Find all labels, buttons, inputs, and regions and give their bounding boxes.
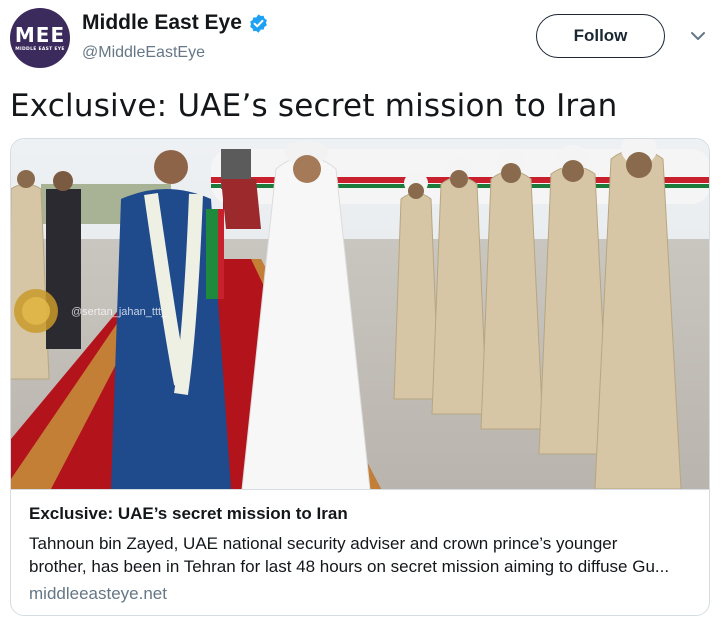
card-description-line: brother, has been in Tehran for last 48 … — [29, 557, 670, 576]
image-watermark: @sertan_jahan_ttt_ — [71, 306, 168, 318]
display-name[interactable]: Middle East Eye — [82, 11, 242, 35]
link-card[interactable]: @sertan_jahan_ttt_ Exclusive: UAE’s secr… — [10, 138, 710, 616]
tweet-header: MEE MIDDLE EAST EYE Middle East Eye @Mid… — [0, 0, 722, 80]
card-description-line: Tahnoun bin Zayed, UAE national security… — [29, 534, 618, 553]
avatar[interactable]: MEE MIDDLE EAST EYE — [10, 8, 70, 68]
avatar-logo-subtext: MIDDLE EAST EYE — [15, 46, 65, 52]
tweet-text: Exclusive: UAE’s secret mission to Iran — [10, 88, 618, 124]
name-row: Middle East Eye — [82, 11, 269, 35]
follow-button[interactable]: Follow — [536, 14, 665, 58]
card-body: Exclusive: UAE’s secret mission to Iran … — [11, 489, 709, 615]
card-title[interactable]: Exclusive: UAE’s secret mission to Iran — [29, 504, 348, 524]
card-domain[interactable]: middleeasteye.net — [29, 584, 167, 604]
card-description: Tahnoun bin Zayed, UAE national security… — [29, 532, 699, 578]
avatar-logo-text: MEE — [14, 22, 66, 47]
chevron-down-icon[interactable] — [690, 30, 706, 42]
verified-badge-icon — [250, 13, 267, 33]
handle[interactable]: @MiddleEastEye — [82, 44, 205, 62]
card-image[interactable]: @sertan_jahan_ttt_ — [11, 139, 710, 489]
